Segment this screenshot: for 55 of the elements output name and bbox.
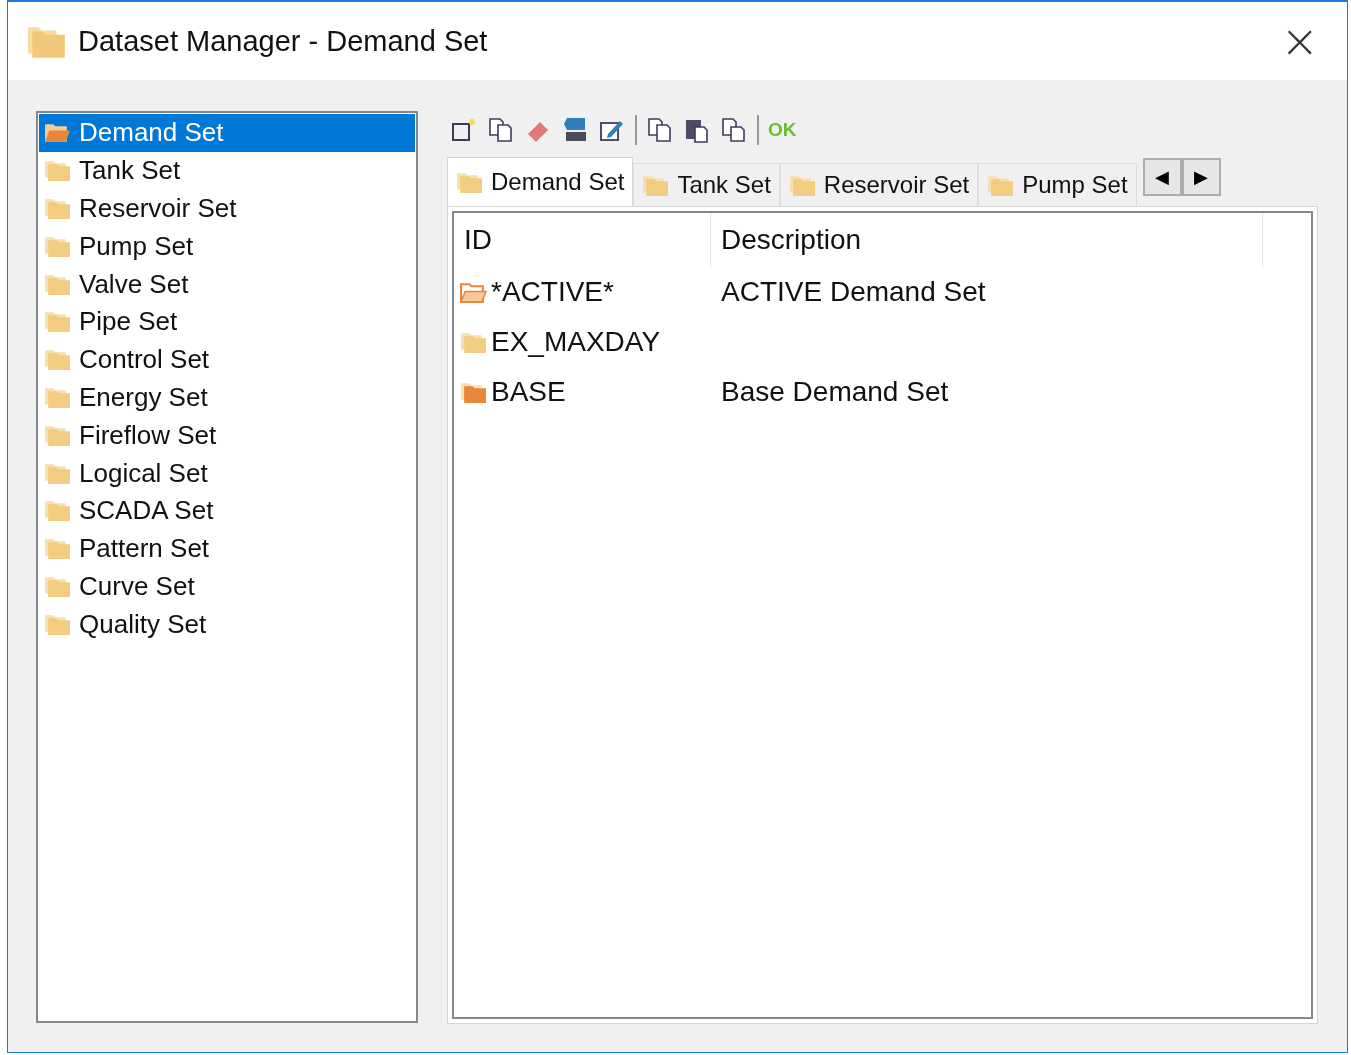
- folder-icon: [456, 170, 483, 194]
- table-cell: EX_MAXDAY: [454, 326, 711, 358]
- list-item[interactable]: Control Set: [39, 340, 415, 379]
- open-folder-icon: [460, 280, 487, 304]
- tab[interactable]: Demand Set: [447, 157, 634, 206]
- folder-icon: [44, 461, 71, 485]
- open-folder-icon: [44, 121, 71, 145]
- folder-icon: [44, 159, 71, 183]
- list-item[interactable]: Pipe Set: [39, 303, 415, 341]
- list-item[interactable]: Pump Set: [39, 227, 415, 266]
- folder-icon: [44, 499, 71, 523]
- copy-icon[interactable]: [646, 116, 674, 144]
- id-tag-icon[interactable]: [561, 116, 589, 144]
- folder-icon: [44, 234, 71, 258]
- list-item[interactable]: Quality Set: [39, 605, 415, 644]
- tab-scroll-button[interactable]: ◀: [1142, 158, 1182, 196]
- tab[interactable]: Pump Set: [978, 163, 1137, 206]
- table-cell-text: Base Demand Set: [720, 376, 949, 408]
- folder-icon: [44, 612, 71, 636]
- new-icon[interactable]: [450, 116, 478, 144]
- list-item[interactable]: SCADA Set: [39, 491, 415, 530]
- folder-icon: [460, 330, 487, 354]
- folder-icon: [44, 423, 71, 447]
- folder-icon: [44, 197, 71, 220]
- folder-icon: [460, 380, 487, 404]
- window-title: Dataset Manager - Demand Set: [78, 24, 488, 58]
- duplicate-icon[interactable]: [720, 116, 748, 144]
- list-item[interactable]: Tank Set: [39, 151, 415, 190]
- tab-scroll-button[interactable]: ▶: [1181, 158, 1221, 196]
- list-item[interactable]: Fireflow Set: [39, 416, 415, 455]
- folder-icon: [44, 537, 71, 561]
- folder-icon: [987, 173, 1015, 197]
- list-item[interactable]: Reservoir Set: [39, 189, 415, 228]
- list-item[interactable]: Curve Set: [39, 567, 415, 606]
- folder-icon: [44, 348, 71, 372]
- list-item[interactable]: Energy Set: [39, 378, 415, 417]
- folder-icon: [44, 272, 71, 296]
- folder-icon: [788, 173, 816, 197]
- table-cell-text: ACTIVE Demand Set: [720, 276, 986, 308]
- folder-icon: [44, 310, 71, 334]
- list-item[interactable]: Valve Set: [39, 265, 415, 303]
- folder-icon: [642, 173, 670, 197]
- column-header[interactable]: Description: [711, 213, 1263, 267]
- folder-icon: [44, 574, 71, 598]
- column-header[interactable]: ID: [454, 213, 711, 267]
- folder-icon: [44, 385, 71, 409]
- close-button[interactable]: ×: [1274, 13, 1325, 69]
- tab[interactable]: Reservoir Set: [779, 163, 979, 206]
- list-item[interactable]: Pattern Set: [39, 529, 415, 568]
- list-item[interactable]: Demand Set: [39, 114, 415, 152]
- table-cell: *ACTIVE*: [454, 276, 711, 308]
- tab[interactable]: Tank Set: [633, 163, 780, 206]
- table-cell: BASE: [454, 376, 711, 408]
- list-item[interactable]: Logical Set: [39, 454, 415, 492]
- copy-icon[interactable]: [487, 116, 515, 144]
